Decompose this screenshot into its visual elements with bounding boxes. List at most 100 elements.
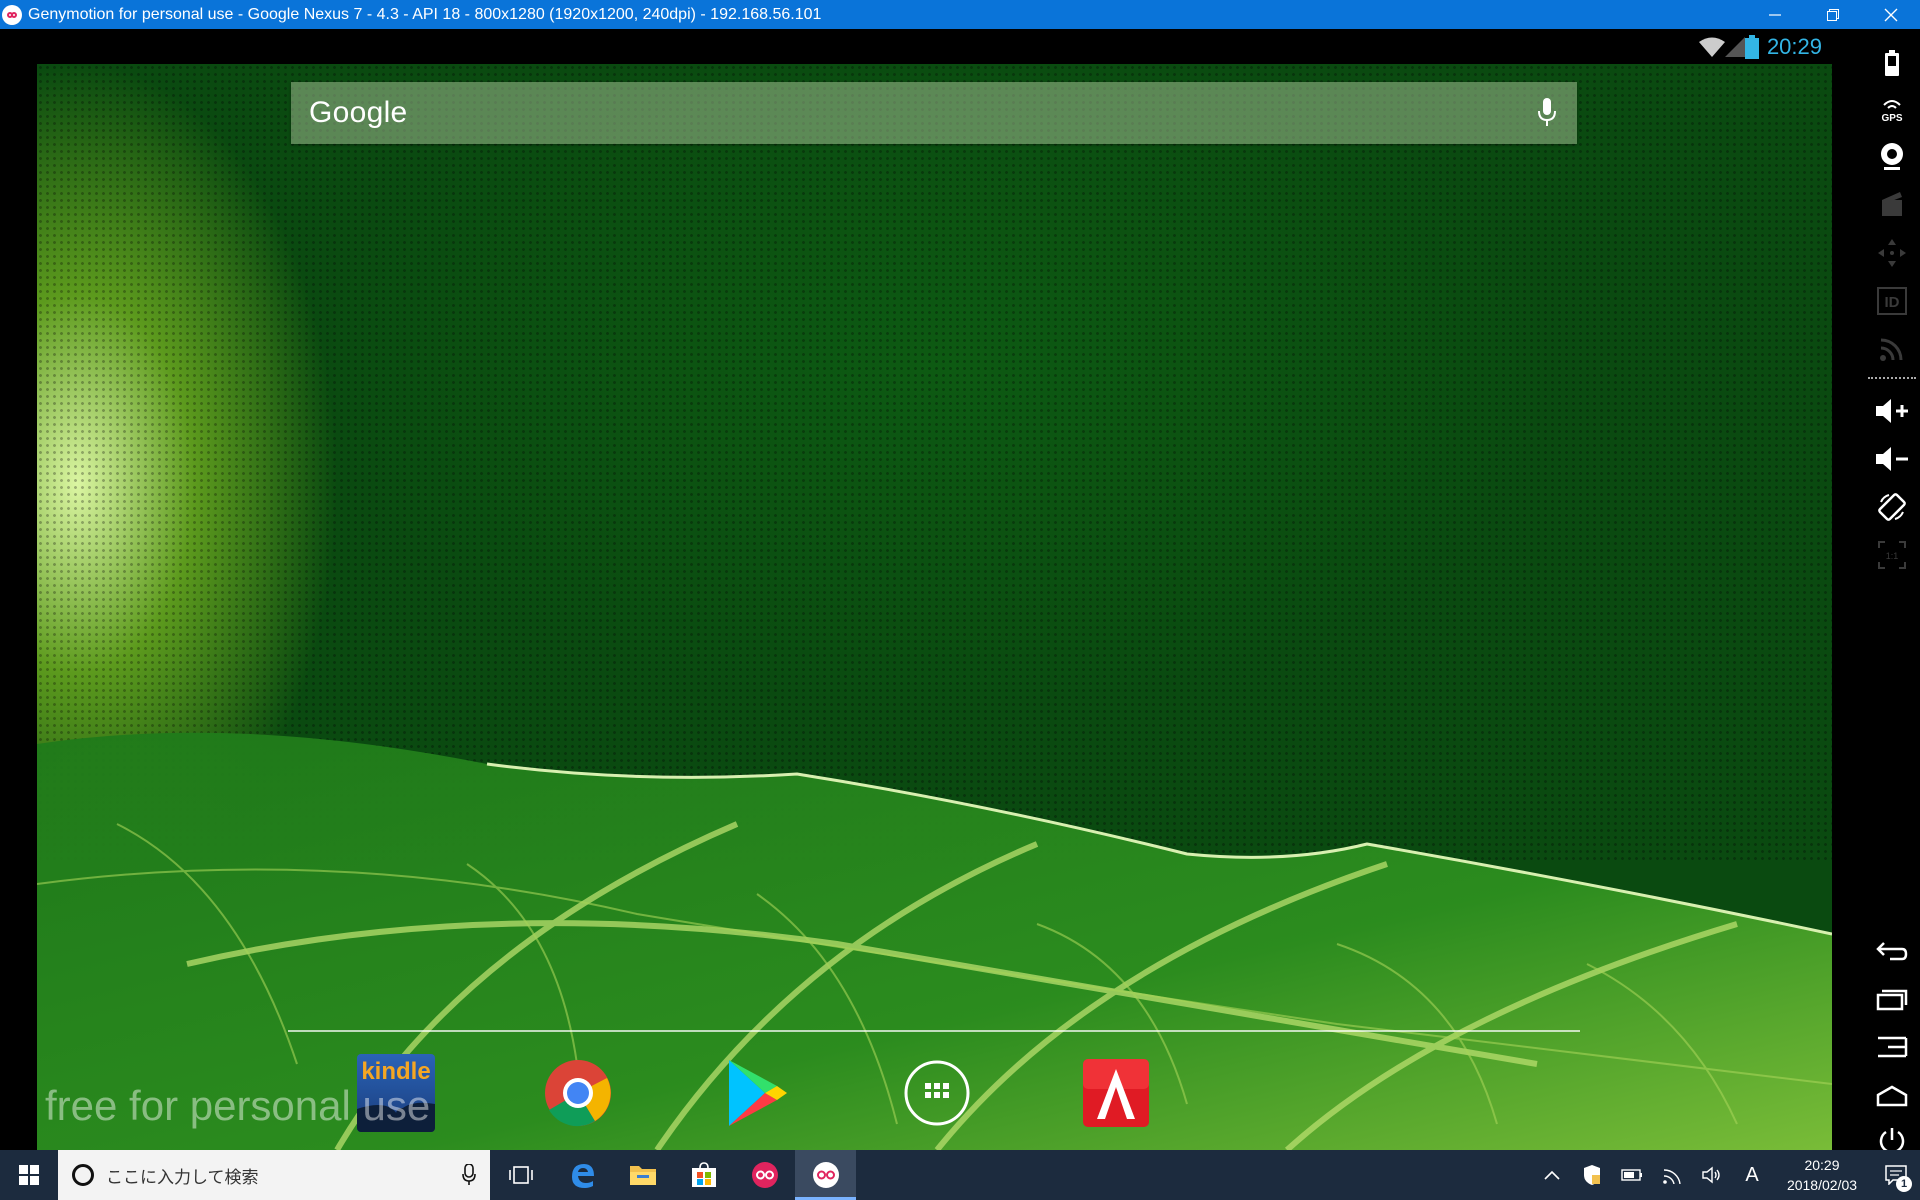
wifi-icon bbox=[1698, 37, 1725, 57]
ime-indicator[interactable]: A bbox=[1732, 1150, 1772, 1200]
wallpaper-leaf bbox=[37, 732, 1832, 1150]
close-button[interactable] bbox=[1862, 0, 1920, 29]
gps-icon: GPS bbox=[1881, 100, 1903, 123]
file-explorer-icon bbox=[629, 1166, 656, 1185]
status-clock: 20:29 bbox=[1766, 33, 1822, 59]
chevron-up-icon bbox=[1544, 1170, 1560, 1180]
network-icon bbox=[1663, 1169, 1681, 1184]
gps-widget-button[interactable]: GPS bbox=[1874, 91, 1910, 127]
back-button[interactable] bbox=[1874, 933, 1910, 969]
dpad-widget-button[interactable] bbox=[1874, 235, 1910, 271]
minimize-button[interactable] bbox=[1746, 0, 1804, 29]
cortana-icon bbox=[72, 1164, 94, 1186]
genymotion-device-icon bbox=[812, 1162, 839, 1188]
task-view-button[interactable] bbox=[490, 1150, 551, 1200]
recent-apps-button[interactable] bbox=[1874, 981, 1910, 1017]
home-icon bbox=[1876, 1085, 1908, 1107]
adobe-reader-icon bbox=[1083, 1059, 1149, 1127]
battery-tray-button[interactable] bbox=[1612, 1150, 1652, 1200]
recent-apps-icon bbox=[1876, 989, 1908, 1011]
volume-down-button[interactable] bbox=[1874, 441, 1910, 477]
watermark: free for personal use bbox=[45, 1082, 431, 1129]
genymotion-icon bbox=[751, 1162, 778, 1188]
desktop: Genymotion for personal use - Google Nex… bbox=[0, 0, 1920, 1200]
close-icon bbox=[1884, 8, 1898, 21]
cast-icon bbox=[1880, 338, 1903, 361]
network-tray-button[interactable] bbox=[1652, 1150, 1692, 1200]
restore-button[interactable] bbox=[1804, 0, 1862, 29]
battery-icon bbox=[1621, 1169, 1642, 1181]
minimize-icon bbox=[1769, 13, 1781, 16]
cast-widget-button[interactable] bbox=[1874, 331, 1910, 367]
mic-icon[interactable] bbox=[1537, 98, 1557, 128]
taskbar-genymotion[interactable] bbox=[734, 1150, 795, 1200]
rotate-icon bbox=[1878, 493, 1906, 521]
mic-icon[interactable] bbox=[462, 1164, 476, 1186]
android-status-bar: 20:29 bbox=[37, 29, 1832, 64]
system-tray: A 20:29 2018/02/03 1 bbox=[1532, 1150, 1920, 1200]
menu-button[interactable] bbox=[1874, 1029, 1910, 1065]
battery-widget-button[interactable] bbox=[1874, 45, 1910, 81]
capture-widget-button[interactable] bbox=[1874, 187, 1910, 223]
device-id-icon: ID bbox=[1877, 287, 1907, 315]
dpad-icon bbox=[1878, 239, 1906, 267]
start-button[interactable] bbox=[0, 1150, 58, 1200]
volume-tray-button[interactable] bbox=[1692, 1150, 1732, 1200]
edge-icon bbox=[571, 1164, 594, 1188]
genymotion-app-icon bbox=[2, 4, 22, 25]
app-drawer-icon bbox=[904, 1060, 970, 1126]
device-id-widget-button[interactable]: ID bbox=[1874, 283, 1910, 319]
volume-down-icon bbox=[1876, 447, 1908, 471]
defender-icon bbox=[1584, 1165, 1600, 1185]
notification-badge: 1 bbox=[1896, 1176, 1912, 1192]
windows-logo-icon bbox=[19, 1165, 39, 1185]
window-title: Genymotion for personal use - Google Nex… bbox=[28, 5, 822, 23]
capture-icon bbox=[1882, 192, 1902, 216]
dock-app-drawer[interactable] bbox=[898, 1054, 976, 1132]
show-hidden-icons-button[interactable] bbox=[1532, 1150, 1572, 1200]
play-store-icon bbox=[729, 1060, 787, 1126]
window-titlebar[interactable]: Genymotion for personal use - Google Nex… bbox=[0, 0, 1920, 29]
defender-tray-button[interactable] bbox=[1572, 1150, 1612, 1200]
volume-up-button[interactable] bbox=[1874, 393, 1910, 429]
rotate-button[interactable] bbox=[1874, 489, 1910, 525]
toolbar-separator bbox=[1868, 377, 1916, 379]
taskbar-genymotion-device[interactable] bbox=[795, 1150, 856, 1200]
svg-text:GPS: GPS bbox=[1881, 113, 1902, 123]
genymotion-toolbar: GPS ID 1:1 bbox=[1864, 29, 1920, 1154]
chrome-icon bbox=[545, 1060, 611, 1127]
action-center-button[interactable]: 1 bbox=[1872, 1150, 1920, 1200]
webcam-icon bbox=[1881, 143, 1903, 170]
svg-text:1:1: 1:1 bbox=[1886, 551, 1899, 561]
svg-text:ID: ID bbox=[1885, 294, 1900, 311]
taskbar-clock[interactable]: 20:29 2018/02/03 bbox=[1772, 1155, 1872, 1195]
restore-icon bbox=[1827, 8, 1839, 21]
home-button[interactable] bbox=[1874, 1077, 1910, 1113]
pixel-perfect-button[interactable]: 1:1 bbox=[1874, 537, 1910, 573]
google-search-bar[interactable]: Google bbox=[291, 82, 1577, 144]
dock-app-play-store[interactable] bbox=[718, 1054, 796, 1132]
menu-icon bbox=[1878, 1036, 1908, 1058]
task-view-icon bbox=[508, 1166, 533, 1184]
taskbar-store[interactable] bbox=[673, 1150, 734, 1200]
webcam-widget-button[interactable] bbox=[1874, 139, 1910, 175]
search-placeholder: ここに入力して検索 bbox=[106, 1167, 259, 1187]
dock-app-chrome[interactable] bbox=[539, 1054, 617, 1132]
taskbar-date: 2018/02/03 bbox=[1786, 1177, 1858, 1193]
signal-icon bbox=[1724, 36, 1745, 57]
store-icon bbox=[691, 1162, 716, 1187]
dock-app-adobe-reader[interactable] bbox=[1077, 1054, 1155, 1132]
taskbar-file-explorer[interactable] bbox=[612, 1150, 673, 1200]
battery-icon bbox=[1885, 50, 1899, 76]
battery-icon bbox=[1744, 34, 1759, 59]
back-icon bbox=[1876, 942, 1908, 961]
android-home-screen[interactable]: Google kindle free for personal use bbox=[37, 64, 1832, 1150]
volume-icon bbox=[1702, 1166, 1720, 1184]
taskbar-search-box[interactable]: ここに入力して検索 bbox=[58, 1150, 490, 1200]
dock-divider bbox=[288, 1030, 1580, 1032]
taskbar-time: 20:29 bbox=[1804, 1157, 1840, 1173]
taskbar-edge[interactable] bbox=[551, 1150, 612, 1200]
pixel-perfect-icon: 1:1 bbox=[1878, 541, 1906, 569]
volume-up-icon bbox=[1876, 399, 1908, 423]
windows-taskbar: ここに入力して検索 A 20:29 2018/02/03 1 bbox=[0, 1150, 1920, 1200]
